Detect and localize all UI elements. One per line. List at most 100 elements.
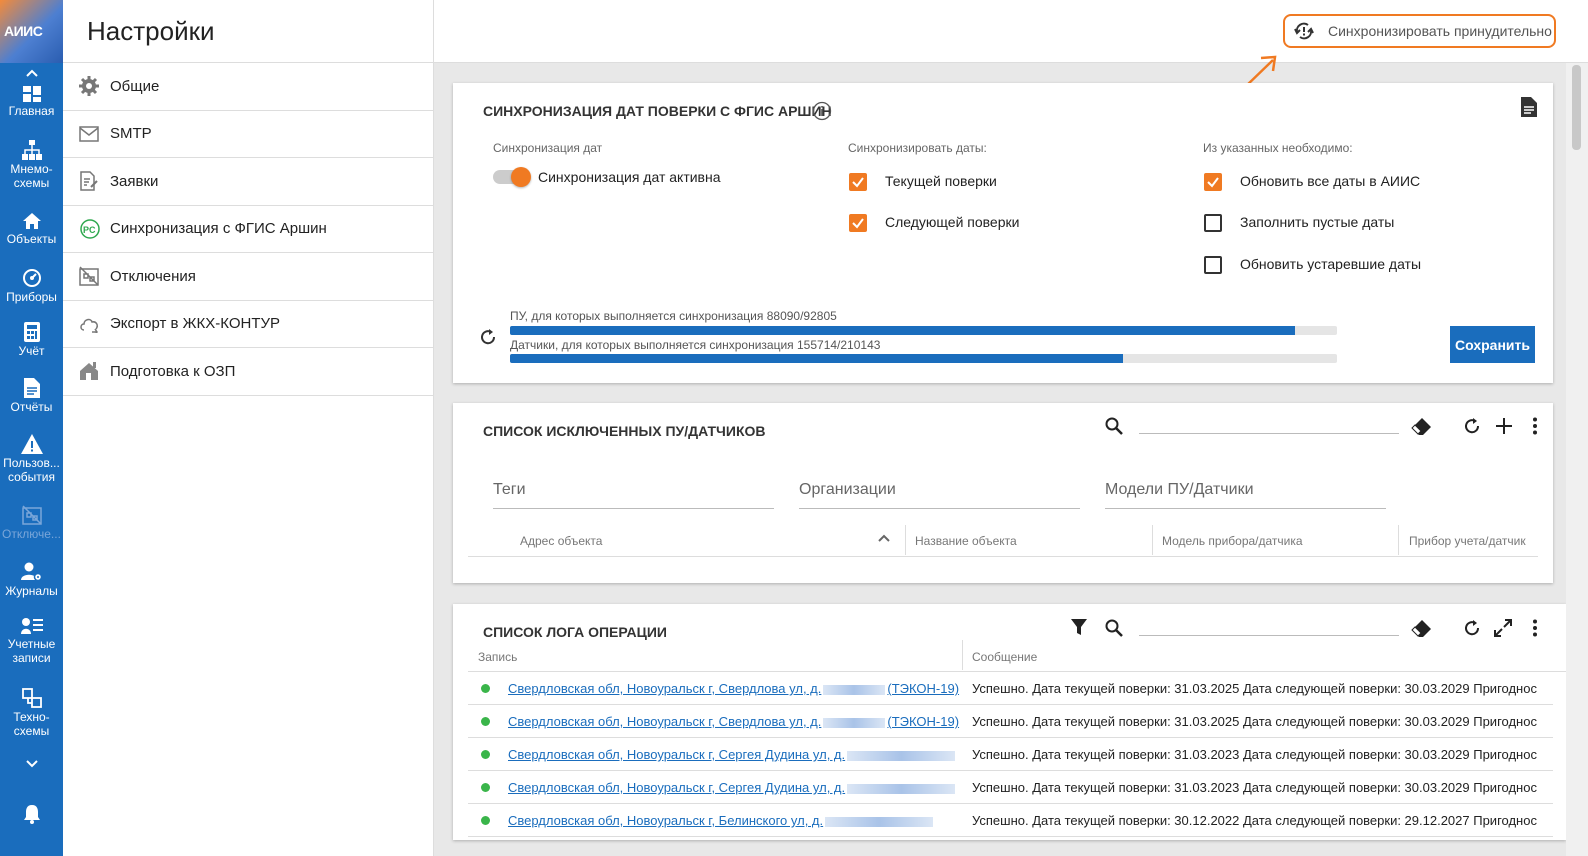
settings-nav-smtp[interactable]: SMTP	[63, 111, 433, 158]
table-row[interactable]: Свердловская обл, Новоуральск г, Белинск…	[468, 804, 1553, 837]
sensors-progress-bar	[510, 354, 1337, 363]
column-header-device[interactable]: Прибор учета/датчик	[1409, 534, 1526, 548]
column-header-record[interactable]: Запись	[478, 650, 517, 664]
eraser-icon[interactable]	[1411, 417, 1433, 437]
settings-nav-outages[interactable]: Отключения	[63, 253, 433, 301]
column-header-address[interactable]: Адрес объекта	[520, 534, 602, 548]
log-message: Успешно. Дата текущей поверки: 31.03.202…	[972, 747, 1537, 762]
rail-label: Объекты	[6, 232, 57, 246]
more-vert-icon[interactable]	[1532, 619, 1538, 637]
log-search-input[interactable]	[1139, 635, 1399, 636]
update-all-dates-checkbox[interactable]	[1204, 173, 1222, 191]
chevron-up-icon	[25, 69, 38, 77]
left-rail: АИИС Главная Мнемо- схемы Объекты Прибор…	[0, 0, 63, 856]
organizations-filter[interactable]: Организации	[799, 475, 1080, 509]
column-divider	[905, 525, 906, 555]
force-sync-button[interactable]: Синхронизировать принудительно	[1283, 14, 1556, 48]
expand-icon[interactable]	[1494, 619, 1512, 637]
table-row[interactable]: Свердловская обл, Новоуральск г, Свердло…	[468, 672, 1553, 705]
sync-dates-toggle[interactable]	[493, 167, 531, 187]
sync-alert-icon	[1294, 22, 1314, 40]
settings-nav-label: Общие	[110, 77, 160, 95]
scrollbar-thumb[interactable]	[1572, 65, 1581, 150]
table-row[interactable]: Свердловская обл, Новоуральск г, Сергея …	[468, 738, 1553, 771]
current-verification-checkbox[interactable]	[849, 173, 867, 191]
rail-item-reports[interactable]: Отчёты	[0, 378, 63, 414]
techscheme-icon	[21, 688, 42, 708]
record-link[interactable]: Свердловская обл, Новоуральск г, Сергея …	[508, 780, 957, 795]
tags-filter[interactable]: Теги	[493, 475, 774, 509]
settings-nav-label: Подготовка к ОЗП	[110, 362, 236, 380]
filter-icon[interactable]	[1071, 619, 1087, 636]
fill-empty-dates-checkbox[interactable]	[1204, 214, 1222, 232]
sync-dates-label: Синхронизация дат	[493, 141, 603, 155]
page-title: Настройки	[87, 16, 215, 46]
rail-item-objects[interactable]: Объекты	[0, 212, 63, 246]
settings-nav-label: SMTP	[110, 125, 152, 143]
column-header-message[interactable]: Сообщение	[972, 650, 1037, 664]
rail-label: Мнемо- схемы	[10, 162, 53, 190]
settings-nav-export[interactable]: Экспорт в ЖКХ-КОНТУР	[63, 301, 433, 348]
svg-text:PC: PC	[83, 225, 96, 235]
column-header-model[interactable]: Модель прибора/датчика	[1162, 534, 1303, 548]
document-icon[interactable]	[1521, 97, 1537, 117]
table-header-border	[468, 556, 1538, 557]
rail-item-mnemo[interactable]: Мнемо- схемы	[0, 140, 63, 190]
record-link[interactable]: Свердловская обл, Новоуральск г, Белинск…	[508, 813, 935, 828]
column-header-object-name[interactable]: Название объекта	[915, 534, 1017, 548]
rail-scroll-down[interactable]	[0, 759, 63, 769]
info-icon[interactable]	[812, 101, 832, 121]
rail-item-outages[interactable]: Отключе...	[0, 505, 63, 541]
refresh-icon[interactable]	[1463, 619, 1481, 637]
document-icon	[23, 378, 40, 398]
app-logo[interactable]: АИИС	[0, 0, 63, 63]
cloud-export-icon	[80, 318, 98, 333]
search-icon[interactable]	[1105, 417, 1123, 435]
rail-item-accounts[interactable]: Учетные записи	[0, 617, 63, 665]
settings-nav-ozp[interactable]: Подготовка к ОЗП	[63, 348, 433, 396]
check-icon	[852, 177, 864, 188]
sensors-progress-fill	[510, 354, 1123, 363]
hierarchy-icon	[21, 140, 42, 160]
log-message: Успешно. Дата текущей поверки: 31.03.202…	[972, 681, 1537, 696]
settings-nav-requests[interactable]: Заявки	[63, 158, 433, 206]
settings-nav-arshin-sync[interactable]: PC Синхронизация с ФГИС Аршин	[63, 206, 433, 253]
table-row[interactable]: Свердловская обл, Новоуральск г, Сергея …	[468, 771, 1553, 804]
rail-item-accounting[interactable]: Учёт	[0, 322, 63, 358]
rail-scroll-up[interactable]	[0, 68, 63, 78]
rail-item-main[interactable]: Главная	[0, 86, 63, 118]
user-gear-icon	[20, 562, 42, 582]
rail-label: Пользов... события	[3, 456, 60, 484]
update-outdated-dates-checkbox[interactable]	[1204, 256, 1222, 274]
add-icon[interactable]	[1496, 418, 1512, 434]
request-icon	[80, 171, 98, 191]
refresh-icon[interactable]	[1463, 417, 1481, 435]
gauge-icon	[22, 269, 41, 287]
record-link[interactable]: Свердловская обл, Новоуральск г, Сергея …	[508, 747, 957, 762]
refresh-icon[interactable]	[479, 328, 497, 346]
next-verification-checkbox[interactable]	[849, 214, 867, 232]
record-link[interactable]: Свердловская обл, Новоуральск г, Свердло…	[508, 681, 959, 696]
rail-item-devices[interactable]: Приборы	[0, 268, 63, 304]
sort-asc-icon[interactable]	[878, 534, 890, 542]
meters-progress-fill	[510, 326, 1295, 335]
search-icon[interactable]	[1105, 619, 1123, 637]
logo-text: АИИС	[4, 23, 43, 39]
rail-item-techschemes[interactable]: Техно- схемы	[0, 688, 63, 738]
notifications-button[interactable]	[0, 804, 63, 824]
rail-item-user-events[interactable]: Пользов... события	[0, 434, 63, 484]
eraser-icon[interactable]	[1411, 619, 1433, 639]
record-link[interactable]: Свердловская обл, Новоуральск г, Свердло…	[508, 714, 959, 729]
log-message: Успешно. Дата текущей поверки: 30.12.202…	[972, 813, 1537, 828]
settings-nav-general[interactable]: Общие	[63, 63, 433, 111]
settings-nav-label: Синхронизация с ФГИС Аршин	[110, 220, 327, 238]
save-button[interactable]: Сохранить	[1450, 326, 1535, 363]
sync-dates-options-label: Синхронизировать даты:	[848, 141, 987, 155]
models-filter[interactable]: Модели ПУ/Датчики	[1105, 475, 1386, 509]
table-row[interactable]: Свердловская обл, Новоуральск г, Свердло…	[468, 705, 1553, 738]
calculator-icon	[23, 322, 40, 342]
page-scrollbar[interactable]	[1566, 63, 1588, 856]
excluded-search-input[interactable]	[1139, 433, 1399, 434]
more-vert-icon[interactable]	[1532, 417, 1538, 435]
rail-item-journals[interactable]: Журналы	[0, 562, 63, 598]
